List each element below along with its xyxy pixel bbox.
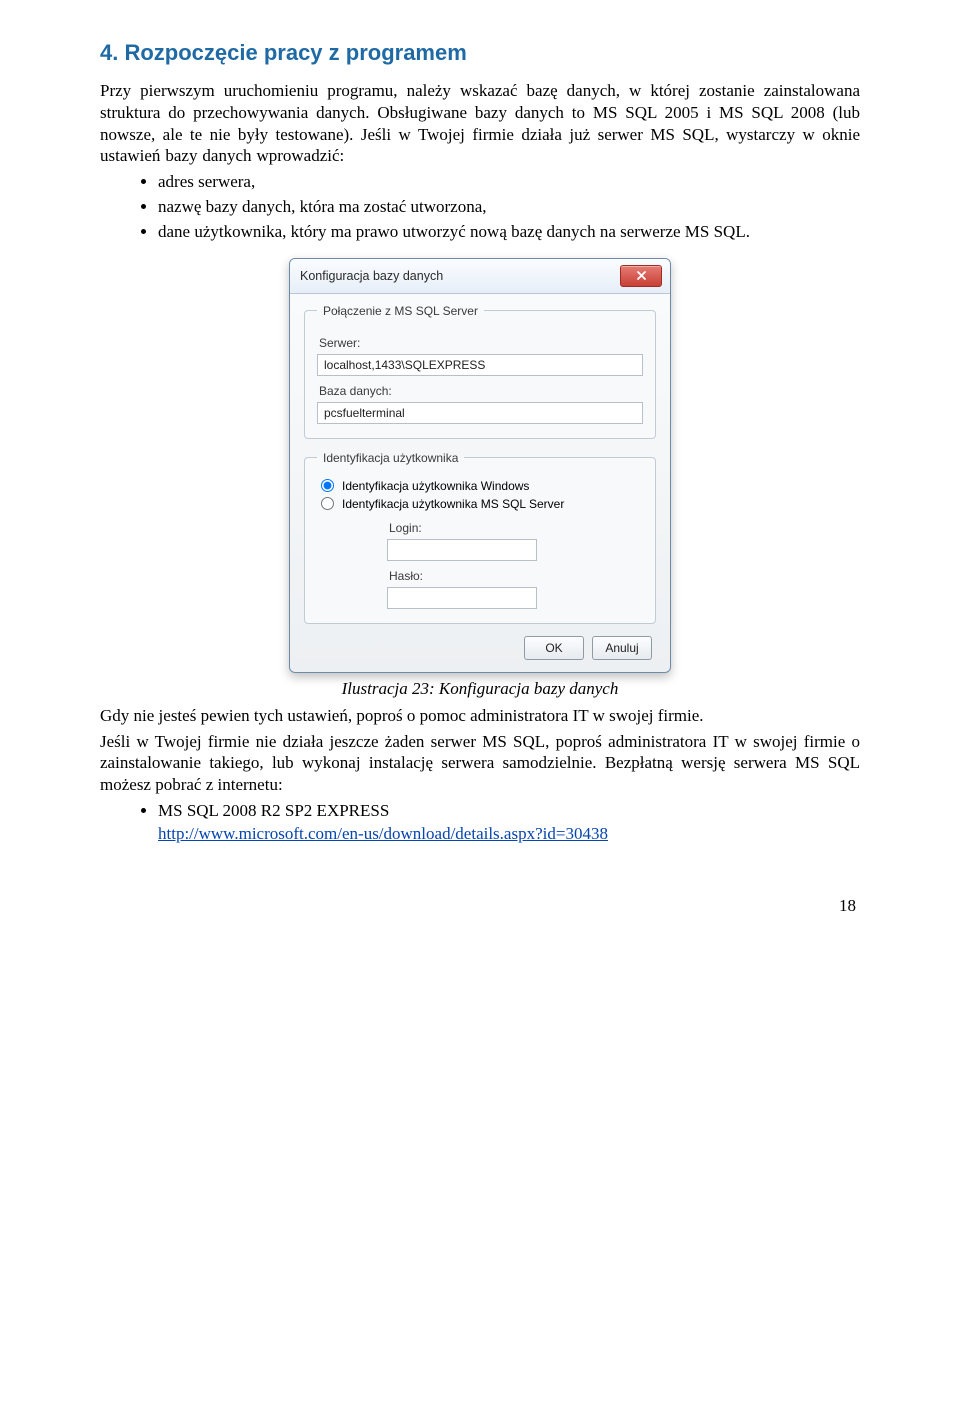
download-bullet-list: MS SQL 2008 R2 SP2 EXPRESS http://www.mi… [100, 800, 860, 846]
login-input[interactable] [387, 539, 537, 561]
page-number: 18 [100, 896, 860, 916]
password-label: Hasło: [389, 569, 643, 583]
paragraph-intro: Przy pierwszym uruchomieniu programu, na… [100, 80, 860, 167]
paragraph-help: Gdy nie jesteś pewien tych ustawień, pop… [100, 705, 860, 727]
auth-group-label: Identyfikacja użytkownika [317, 451, 464, 465]
list-item: nazwę bazy danych, która ma zostać utwor… [158, 196, 860, 219]
close-button[interactable] [620, 265, 662, 287]
dialog-title: Konfiguracja bazy danych [300, 269, 443, 283]
radio-sql-auth[interactable]: Identyfikacja użytkownika MS SQL Server [321, 497, 643, 511]
server-input[interactable] [317, 354, 643, 376]
db-config-dialog: Konfiguracja bazy danych Połączenie z MS… [289, 258, 671, 673]
dialog-titlebar: Konfiguracja bazy danych [290, 259, 670, 294]
connection-group: Połączenie z MS SQL Server Serwer: Baza … [304, 304, 656, 439]
section-heading: 4. Rozpoczęcie pracy z programem [100, 40, 860, 66]
ok-button[interactable]: OK [524, 636, 584, 660]
close-icon [636, 270, 647, 281]
connection-group-label: Połączenie z MS SQL Server [317, 304, 484, 318]
radio-sql-auth-label: Identyfikacja użytkownika MS SQL Server [342, 497, 564, 511]
list-item: MS SQL 2008 R2 SP2 EXPRESS http://www.mi… [158, 800, 860, 846]
intro-bullet-list: adres serwera, nazwę bazy danych, która … [100, 171, 860, 244]
password-input[interactable] [387, 587, 537, 609]
auth-group: Identyfikacja użytkownika Identyfikacja … [304, 451, 656, 624]
radio-windows-auth-input[interactable] [321, 479, 334, 492]
list-item: dane użytkownika, który ma prawo utworzy… [158, 221, 860, 244]
download-link[interactable]: http://www.microsoft.com/en-us/download/… [158, 824, 608, 843]
radio-windows-auth-label: Identyfikacja użytkownika Windows [342, 479, 529, 493]
server-label: Serwer: [319, 336, 643, 350]
list-item: adres serwera, [158, 171, 860, 194]
radio-windows-auth[interactable]: Identyfikacja użytkownika Windows [321, 479, 643, 493]
figure-caption: Ilustracja 23: Konfiguracja bazy danych [100, 679, 860, 699]
database-input[interactable] [317, 402, 643, 424]
radio-sql-auth-input[interactable] [321, 497, 334, 510]
login-label: Login: [389, 521, 643, 535]
database-label: Baza danych: [319, 384, 643, 398]
download-item-label: MS SQL 2008 R2 SP2 EXPRESS [158, 801, 389, 820]
cancel-button[interactable]: Anuluj [592, 636, 652, 660]
paragraph-noserver: Jeśli w Twojej firmie nie działa jeszcze… [100, 731, 860, 796]
